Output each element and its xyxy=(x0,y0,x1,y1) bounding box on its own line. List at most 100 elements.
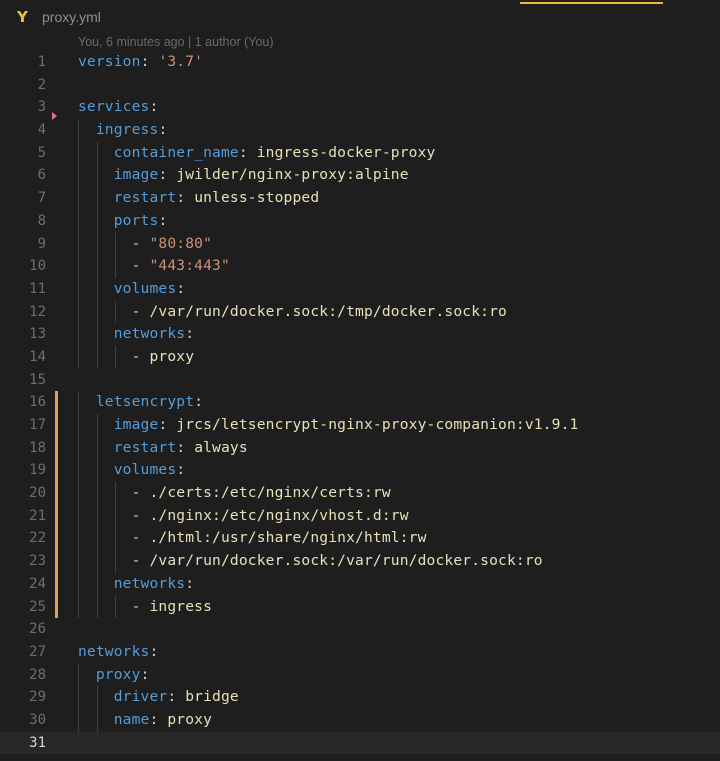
line-number: 30 xyxy=(29,711,46,728)
git-modified-marker[interactable] xyxy=(55,482,58,505)
code-line[interactable]: 2 xyxy=(0,74,720,97)
code-token: : xyxy=(158,166,177,184)
code-token: jrcs/letsencrypt-nginx-proxy-companion:v… xyxy=(176,416,579,433)
code-line[interactable]: 21 - ./nginx:/etc/nginx/vhost.d:rw xyxy=(0,504,720,528)
line-number: 27 xyxy=(29,643,46,660)
code-line[interactable]: 16 letsencrypt: xyxy=(0,391,720,414)
code-line[interactable]: 24 networks: xyxy=(0,572,720,596)
code-token: : xyxy=(238,143,257,161)
tab-title[interactable]: proxy.yml xyxy=(42,9,101,25)
code-line[interactable]: 17 image: jrcs/letsencrypt-nginx-proxy-c… xyxy=(0,414,720,437)
line-number: 13 xyxy=(29,326,46,343)
code-line[interactable]: 6 image: jwilder/nginx-proxy:alpine xyxy=(0,164,720,188)
code-token: volumes xyxy=(113,279,177,297)
code-token: ./nginx:/etc/nginx/vhost.d:rw xyxy=(149,506,409,524)
code-text: container_name: ingress-docker-proxy xyxy=(78,142,436,165)
line-number: 12 xyxy=(29,303,46,320)
line-number: 7 xyxy=(37,190,46,207)
code-token: : xyxy=(176,189,195,207)
line-number: 25 xyxy=(29,598,46,615)
code-line[interactable]: 11 volumes: xyxy=(0,277,720,301)
code-line[interactable]: 9 - "80:80" xyxy=(0,232,720,256)
tab-bar: Y proxy.yml xyxy=(0,0,720,34)
code-token: : xyxy=(176,279,186,297)
code-text: - /var/run/docker.sock:/tmp/docker.sock:… xyxy=(78,301,507,324)
line-number: 29 xyxy=(29,689,46,706)
code-line[interactable]: 14 - proxy xyxy=(0,345,720,369)
code-text: - ingress xyxy=(78,596,212,619)
code-line[interactable]: 22 - ./html:/usr/share/nginx/html:rw xyxy=(0,527,720,551)
code-text: - "80:80" xyxy=(78,233,212,256)
code-line[interactable]: 30 name: proxy xyxy=(0,708,720,732)
code-text: ingress: xyxy=(78,119,167,142)
code-line[interactable]: 23 - /var/run/docker.sock:/var/run/docke… xyxy=(0,550,720,573)
code-token: /var/run/docker.sock:/tmp/docker.sock:ro xyxy=(149,302,507,320)
code-token: : xyxy=(185,574,195,592)
code-line[interactable]: 20 - ./certs:/etc/nginx/certs:rw xyxy=(0,482,720,505)
fold-arrow-icon[interactable] xyxy=(52,112,57,121)
code-token: ./html:/usr/share/nginx/html:rw xyxy=(149,529,427,547)
code-token: version xyxy=(78,53,141,70)
git-blame-annotation[interactable]: You, 6 minutes ago | 1 author (You) xyxy=(78,34,274,50)
git-modified-marker[interactable] xyxy=(55,414,58,437)
git-modified-marker[interactable] xyxy=(55,572,58,596)
line-number: 24 xyxy=(29,575,46,592)
code-line[interactable]: 28 proxy: xyxy=(0,663,720,687)
code-token: /var/run/docker.sock:/var/run/docker.soc… xyxy=(149,552,543,570)
line-number: 10 xyxy=(29,258,46,275)
code-text: - "443:443" xyxy=(78,255,230,278)
code-line[interactable]: 4 ingress: xyxy=(0,112,720,142)
code-line[interactable]: 3 services: xyxy=(0,96,720,119)
code-line[interactable]: 26 xyxy=(0,618,720,641)
git-modified-marker[interactable] xyxy=(55,504,58,528)
code-line[interactable]: 25 - ingress xyxy=(0,595,720,619)
git-modified-marker[interactable] xyxy=(55,391,58,414)
line-number: 2 xyxy=(37,76,46,93)
code-token: - xyxy=(131,597,150,615)
code-line[interactable]: 8 ports: xyxy=(0,209,720,233)
code-line[interactable]: 7 restart: unless-stopped xyxy=(0,187,720,210)
code-editor[interactable]: 1 version: '3.7' 2 3 services: 4 ingress: 5 co… xyxy=(0,51,720,755)
code-token: proxy xyxy=(95,665,141,683)
git-modified-marker[interactable] xyxy=(55,595,58,619)
line-number: 23 xyxy=(29,553,46,570)
code-line[interactable]: 19 volumes: xyxy=(0,459,720,483)
line-number: 26 xyxy=(29,621,46,638)
code-token: - xyxy=(131,234,150,252)
git-modified-marker[interactable] xyxy=(55,550,58,573)
line-number: 5 xyxy=(37,144,46,161)
code-line[interactable]: 29 driver: bridge xyxy=(0,686,720,709)
code-line[interactable]: 31 xyxy=(0,731,720,755)
code-line[interactable]: 1 version: '3.7' xyxy=(0,51,720,74)
code-line[interactable]: 27 networks: xyxy=(0,641,720,664)
code-line[interactable]: 12 - /var/run/docker.sock:/tmp/docker.so… xyxy=(0,300,720,324)
code-line[interactable]: 15 xyxy=(0,369,720,392)
code-token: : xyxy=(185,325,195,343)
line-number: 15 xyxy=(29,371,46,388)
code-token: services xyxy=(78,98,150,116)
code-line[interactable]: 13 networks: xyxy=(0,323,720,346)
code-line[interactable]: 18 restart: always xyxy=(0,436,720,460)
code-token: jwilder/nginx-proxy:alpine xyxy=(176,166,409,184)
git-modified-marker[interactable] xyxy=(55,436,58,460)
git-modified-marker[interactable] xyxy=(55,459,58,483)
line-number: 20 xyxy=(29,485,46,502)
code-token: volumes xyxy=(113,461,177,479)
code-text: services: xyxy=(78,96,158,119)
code-token: - xyxy=(131,529,150,547)
git-modified-marker[interactable] xyxy=(55,527,58,551)
code-text: volumes: xyxy=(78,278,185,301)
code-line[interactable]: 5 container_name: ingress-docker-proxy xyxy=(0,141,720,165)
code-line[interactable]: 10 - "443:443" xyxy=(0,255,720,278)
line-number: 18 xyxy=(29,439,46,456)
